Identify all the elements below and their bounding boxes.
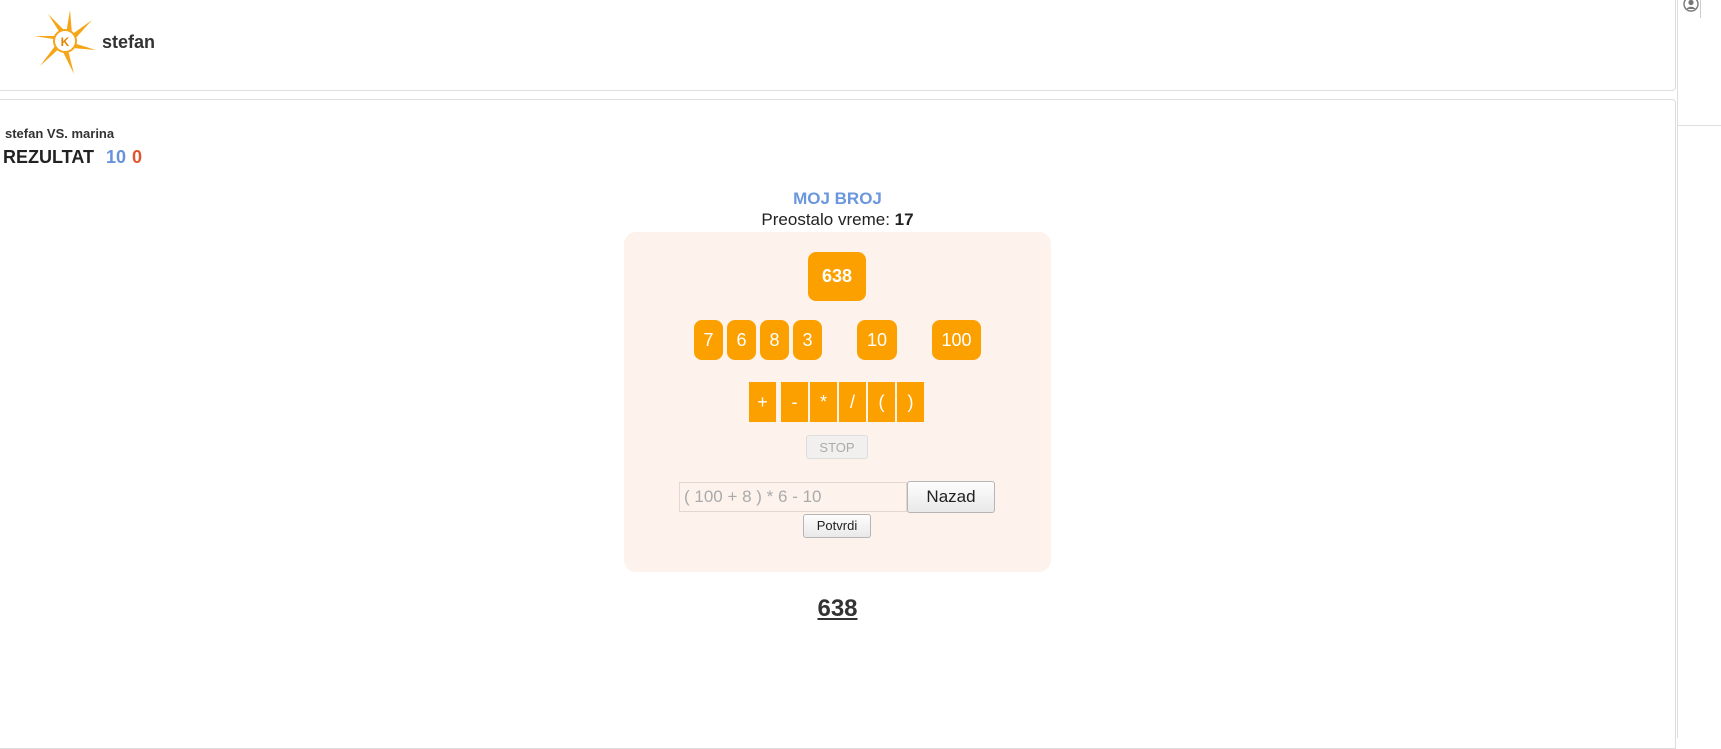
operator-multiply-button[interactable]: * <box>810 382 837 422</box>
operator-plus-button[interactable]: + <box>749 382 776 422</box>
game-title: MOJ BROJ <box>793 189 882 208</box>
right-rail <box>1677 0 1721 738</box>
number-tile-medium[interactable]: 10 <box>857 320 897 360</box>
lightning-star-logo-icon[interactable]: K <box>34 10 96 74</box>
right-rail-divider <box>1700 0 1701 18</box>
target-number: 638 <box>808 252 866 301</box>
score-opponent: 0 <box>132 147 143 167</box>
number-tile-3[interactable]: 8 <box>760 320 789 360</box>
number-tile-2[interactable]: 6 <box>727 320 756 360</box>
user-profile-icon[interactable] <box>1683 0 1699 12</box>
result-label: REZULTAT <box>3 147 94 167</box>
score-player: 10 <box>105 147 127 167</box>
confirm-button[interactable]: Potvrdi <box>803 514 871 538</box>
stop-button[interactable]: STOP <box>806 435 868 459</box>
number-tile-4[interactable]: 3 <box>793 320 822 360</box>
header-username[interactable]: stefan <box>102 32 155 53</box>
open-paren-button[interactable]: ( <box>868 382 895 422</box>
close-paren-button[interactable]: ) <box>897 382 924 422</box>
time-label: Preostalo vreme: <box>761 210 895 229</box>
number-tile-1[interactable]: 7 <box>694 320 723 360</box>
computed-result: 638 <box>817 595 858 622</box>
time-remaining: Preostalo vreme: 17 <box>0 210 1675 230</box>
right-rail-top <box>1678 0 1721 126</box>
time-value: 17 <box>894 210 914 229</box>
number-tile-large[interactable]: 100 <box>932 320 981 360</box>
expression-input[interactable]: ( 100 + 8 ) * 6 - 10 <box>679 482 907 512</box>
back-button[interactable]: Nazad <box>907 481 995 513</box>
operator-minus-button[interactable]: - <box>781 382 808 422</box>
match-score: REZULTAT 10 0 <box>3 147 142 168</box>
top-header <box>0 0 1676 91</box>
operator-divide-button[interactable]: / <box>839 382 866 422</box>
match-versus: stefan VS. marina <box>5 126 115 141</box>
svg-text:K: K <box>61 35 70 49</box>
